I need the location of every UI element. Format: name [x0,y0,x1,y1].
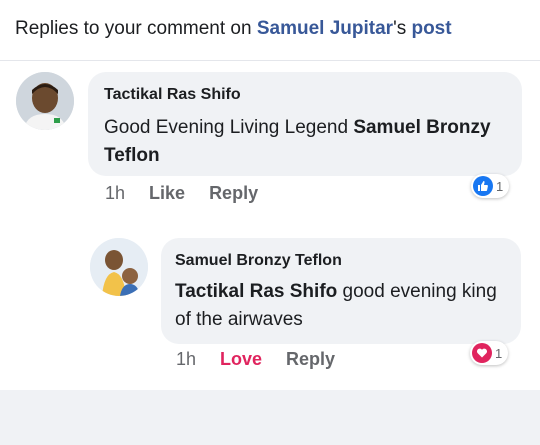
header-divider [0,60,540,61]
avatar[interactable] [90,238,148,296]
like-button[interactable]: Like [149,183,185,204]
avatar-photo [16,72,74,130]
comment-text: Good Evening Living Legend Samuel Bronzy… [104,114,514,170]
reaction-summary[interactable]: 1 [471,174,510,198]
comment-bubble: Tactikal Ras Shifo Good Evening Living L… [88,72,522,176]
comment-actions: 1h Like Reply [105,183,282,204]
reply-text: Tactikal Ras Shifo good evening king of … [175,278,505,334]
reaction-count: 1 [496,178,504,194]
reaction-summary[interactable]: 1 [470,341,509,365]
comment-text-plain: Good Evening Living Legend [104,117,354,138]
reply-button[interactable]: Reply [209,183,258,204]
reaction-count: 1 [495,345,503,361]
post-owner-link[interactable]: Samuel Jupitar [257,18,393,39]
post-link[interactable]: post [411,18,451,39]
reply-author[interactable]: Samuel Bronzy Teflon [175,252,342,270]
reply-button[interactable]: Reply [286,349,335,370]
header-prefix: Replies to your comment on [15,18,257,39]
like-icon [473,176,493,196]
reply-bubble: Samuel Bronzy Teflon Tactikal Ras Shifo … [161,238,521,344]
comment-timestamp[interactable]: 1h [105,183,125,204]
header-possessive: 's [393,18,412,39]
love-button[interactable]: Love [220,349,262,370]
reply-timestamp[interactable]: 1h [176,349,196,370]
love-icon [472,343,492,363]
avatar[interactable] [16,72,74,130]
reply-actions: 1h Love Reply [176,349,359,370]
footer-area [0,390,540,445]
comment-author[interactable]: Tactikal Ras Shifo [104,86,241,104]
avatar-photo [90,238,148,296]
notification-header: Replies to your comment on Samuel Jupita… [15,18,452,40]
mentioned-user-link[interactable]: Tactikal Ras Shifo [175,281,337,302]
